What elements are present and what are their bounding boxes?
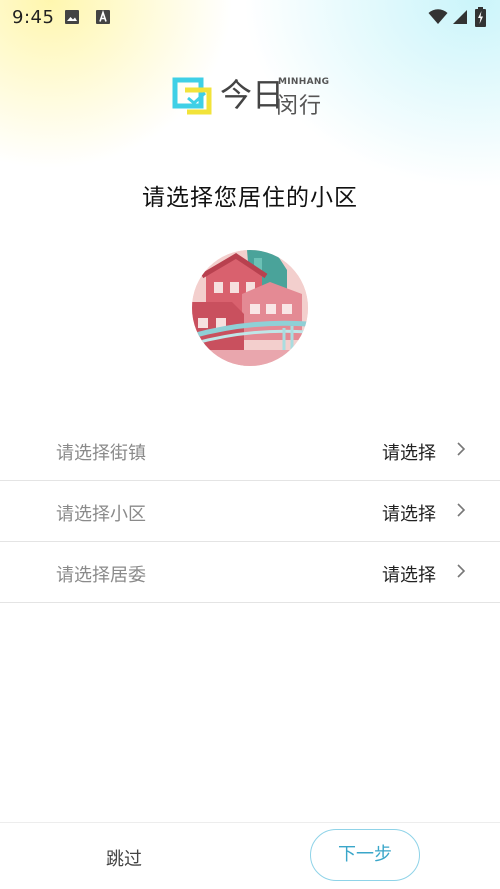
selector-label: 请选择小区 — [56, 504, 146, 525]
selector-value: 请选择 — [382, 565, 436, 586]
selector-label: 请选择居委 — [56, 565, 146, 586]
app-logo: 今日 MINHANG 闵行 — [172, 70, 332, 120]
community-illustration — [192, 250, 308, 366]
logo-english: MINHANG — [278, 77, 330, 87]
chevron-right-icon — [456, 562, 466, 584]
selector-value: 请选择 — [382, 443, 436, 464]
selector-list: 请选择街镇 请选择 请选择小区 请选择 请选择居委 请选择 — [0, 420, 500, 603]
residents-committee-selector[interactable]: 请选择居委 请选择 — [0, 542, 500, 603]
page-title: 请选择您居住的小区 — [142, 185, 358, 211]
community-selector[interactable]: 请选择小区 请选择 — [0, 481, 500, 542]
next-step-button[interactable]: 下一步 — [310, 829, 420, 881]
logo-chinese-main: 今日 — [220, 76, 285, 114]
wifi-icon — [428, 9, 448, 30]
skip-button[interactable]: 跳过 — [84, 845, 164, 871]
selector-value: 请选择 — [382, 504, 436, 525]
signal-icon — [452, 9, 468, 30]
battery-charging-icon — [475, 7, 486, 32]
status-bar: 9:45 — [0, 0, 500, 36]
chevron-right-icon — [456, 440, 466, 462]
chevron-right-icon — [456, 501, 466, 523]
selector-label: 请选择街镇 — [56, 443, 146, 464]
bottom-action-bar: 跳过 下一步 — [0, 822, 500, 889]
logo-mark-icon — [172, 76, 214, 120]
a-letter-icon — [95, 9, 111, 30]
logo-chinese-sub: 闵行 — [276, 94, 323, 119]
street-town-selector[interactable]: 请选择街镇 请选择 — [0, 420, 500, 481]
image-icon — [64, 9, 80, 30]
status-time: 9:45 — [12, 7, 55, 28]
